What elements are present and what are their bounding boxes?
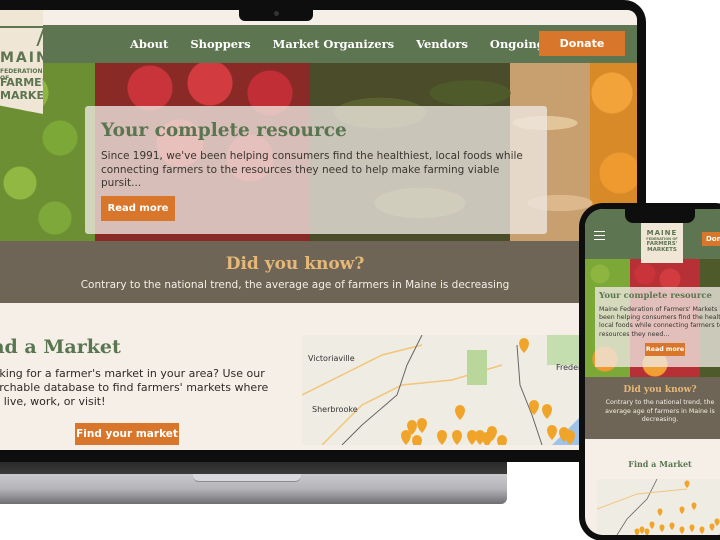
hero-title: Your complete resource [101, 120, 347, 141]
camera-icon [274, 11, 279, 16]
map-pin-icon[interactable] [684, 480, 690, 489]
map-pin-icon[interactable] [669, 522, 675, 531]
hero-text: Since 1991, we've been helping consumers… [101, 150, 523, 189]
laptop-notch [239, 0, 313, 21]
mobile-donate-button[interactable]: Donate [702, 232, 720, 246]
read-more-button[interactable]: Read more [101, 196, 175, 221]
phone-screen: Donate MAINE FEDERATION OF FARMERS' MARK… [585, 209, 720, 535]
map-graphic [302, 335, 582, 445]
map-pin-icon[interactable] [709, 523, 715, 532]
map-pin-icon[interactable] [412, 435, 422, 445]
map-pin-icon[interactable] [644, 528, 650, 536]
map-pin-icon[interactable] [634, 528, 640, 536]
map-pin-icon[interactable] [542, 404, 552, 419]
find-market-text: Looking for a farmer's market in your ar… [0, 367, 269, 408]
logo-text-maine: MAINE [646, 229, 678, 237]
mobile-hero-title: Your complete resource [599, 291, 712, 301]
mobile-read-more-button[interactable]: Read more [645, 343, 685, 356]
phone-frame: Donate MAINE FEDERATION OF FARMERS' MARK… [579, 203, 720, 540]
market-map[interactable]: Victoriaville Sherbrooke Fredericton [302, 335, 582, 445]
map-border [516, 344, 543, 445]
donate-button[interactable]: Donate [539, 31, 625, 56]
map-pin-icon[interactable] [691, 502, 697, 511]
mobile-market-map[interactable] [597, 479, 720, 535]
hero-banner: Your complete resource Since 1991, we've… [0, 63, 637, 241]
browser-strip [0, 10, 637, 25]
laptop-hinge [0, 462, 507, 474]
map-pin-icon[interactable] [437, 430, 447, 445]
mobile-did-you-know: Did you know? Contrary to the national t… [585, 377, 720, 439]
logo-text-markets: MARKETS [647, 247, 677, 253]
mobile-map-graphic [597, 479, 720, 535]
map-label: Victoriaville [308, 354, 355, 363]
map-pin-icon[interactable] [639, 526, 645, 535]
find-your-market-button[interactable]: Find your market [75, 423, 179, 445]
did-you-know-title: Did you know? [225, 254, 365, 274]
map-park [467, 350, 487, 385]
map-pin-icon[interactable] [689, 524, 695, 533]
nav-vendors[interactable]: Vendors [416, 37, 468, 51]
laptop-groove [193, 474, 301, 482]
logo-roof-icon [0, 26, 43, 46]
main-nav: About Shoppers Market Organizers Vendors… [0, 25, 637, 63]
mobile-logo[interactable]: MAINE FEDERATION OF FARMERS' MARKETS [641, 221, 683, 263]
device-mockup: About Shoppers Market Organizers Vendors… [0, 0, 720, 540]
map-pin-icon[interactable] [657, 508, 663, 517]
nav-about[interactable]: About [130, 37, 168, 51]
nav-market-organizers[interactable]: Market Organizers [273, 37, 395, 51]
map-pin-icon[interactable] [679, 526, 685, 535]
mobile-map-pins [634, 480, 720, 536]
find-market-title: Find a Market [0, 336, 121, 358]
map-road [597, 488, 688, 510]
mobile-hero-text: Maine Federation of Farmers' Markets has… [599, 306, 720, 338]
laptop-base [0, 462, 507, 504]
map-pin-icon[interactable] [452, 430, 462, 445]
map-pin-icon[interactable] [455, 405, 465, 420]
map-pin-icon[interactable] [401, 430, 411, 445]
map-pin-icon[interactable] [519, 338, 529, 353]
hero-card: Your complete resource Since 1991, we've… [85, 106, 547, 234]
did-you-know-section: Did you know? Contrary to the national t… [0, 241, 637, 303]
map-pin-icon[interactable] [659, 524, 665, 533]
map-label: Sherbrooke [312, 405, 358, 414]
site-logo[interactable]: MAINE FEDERATION OF FARMERS' MARKETS [0, 10, 43, 114]
map-pin-icon[interactable] [497, 435, 507, 445]
nav-shoppers[interactable]: Shoppers [190, 37, 250, 51]
did-you-know-text: Contrary to the national trend, the aver… [80, 279, 510, 291]
map-pin-icon[interactable] [547, 425, 557, 440]
mobile-find-market-title: Find a Market [628, 459, 692, 469]
map-road [302, 344, 423, 396]
map-pin-icon[interactable] [714, 518, 720, 527]
hamburger-menu-icon[interactable] [594, 231, 605, 240]
mobile-dyk-text: Contrary to the national trend, the aver… [605, 399, 715, 423]
map-pin-icon[interactable] [679, 506, 685, 515]
map-pin-icon[interactable] [699, 526, 705, 535]
phone-notch [625, 209, 695, 223]
mobile-dyk-title: Did you know? [623, 385, 697, 395]
map-park [547, 335, 582, 365]
map-pin-icon[interactable] [649, 521, 655, 530]
map-pin-icon[interactable] [529, 400, 539, 415]
map-pin-icon[interactable] [417, 418, 427, 433]
